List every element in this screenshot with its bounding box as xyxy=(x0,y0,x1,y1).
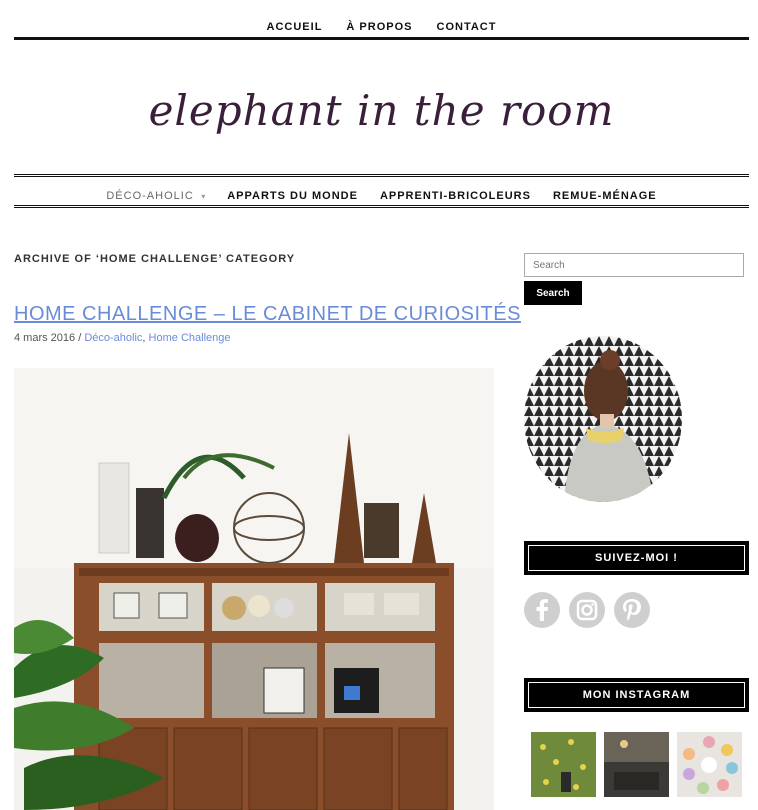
category-link-deco-aholic[interactable]: Déco-aholic xyxy=(84,332,142,344)
top-nav-a-propos[interactable]: À PROPOS xyxy=(346,21,412,33)
follow-widget-title: SUIVEZ-MOI ! xyxy=(524,541,749,575)
meta-separator: / xyxy=(75,332,85,344)
pinterest-glyph xyxy=(623,599,641,621)
instagram-thumb[interactable] xyxy=(677,732,742,797)
main-nav: DÉCO-AHOLIC ▾ APPARTS DU MONDE APPRENTI-… xyxy=(14,174,749,208)
main-nav-deco-aholic[interactable]: DÉCO-AHOLIC xyxy=(106,190,193,202)
category-link-home-challenge[interactable]: Home Challenge xyxy=(149,332,231,344)
top-nav: ACCUEIL À PROPOS CONTACT xyxy=(14,0,749,40)
post-date: 4 mars 2016 xyxy=(14,332,76,344)
post-title[interactable]: HOME CHALLENGE – LE CABINET DE CURIOSITÉ… xyxy=(14,303,521,326)
top-nav-contact[interactable]: CONTACT xyxy=(437,21,497,33)
social-links xyxy=(524,592,650,628)
main-nav-apparts-du-monde[interactable]: APPARTS DU MONDE xyxy=(227,190,358,202)
logo-text: elephant in the room xyxy=(148,86,615,135)
instagram-thumb[interactable] xyxy=(604,732,669,797)
main-nav-remue-menage[interactable]: REMUE-MÉNAGE xyxy=(553,190,657,202)
instagram-grid xyxy=(531,732,742,797)
post-featured-image[interactable] xyxy=(14,368,494,810)
profile-photo xyxy=(524,336,682,502)
instagram-title: MON INSTAGRAM xyxy=(582,689,691,701)
instagram-photo xyxy=(604,732,669,797)
post-meta: 4 mars 2016 / Déco-aholic, Home Challeng… xyxy=(14,332,231,344)
main-nav-apprenti-bricoleurs[interactable]: APPRENTI-BRICOLEURS xyxy=(380,190,531,202)
instagram-widget-title: MON INSTAGRAM xyxy=(524,678,749,712)
instagram-glyph xyxy=(576,599,598,621)
pinterest-icon[interactable] xyxy=(614,592,650,628)
facebook-icon[interactable] xyxy=(524,592,560,628)
search-input[interactable] xyxy=(524,253,744,277)
chevron-down-icon[interactable]: ▾ xyxy=(201,192,205,201)
top-nav-accueil[interactable]: ACCUEIL xyxy=(267,21,323,33)
search-button[interactable]: Search xyxy=(524,281,582,305)
follow-title: SUIVEZ-MOI ! xyxy=(595,552,678,564)
cabinet-photo xyxy=(14,368,494,810)
site-logo[interactable]: elephant in the room xyxy=(14,86,749,135)
instagram-photo xyxy=(531,732,596,797)
avatar xyxy=(524,336,682,502)
facebook-glyph xyxy=(536,599,548,621)
instagram-icon[interactable] xyxy=(569,592,605,628)
archive-heading: ARCHIVE OF ‘HOME CHALLENGE’ CATEGORY xyxy=(14,253,296,265)
instagram-thumb[interactable] xyxy=(531,732,596,797)
instagram-photo xyxy=(677,732,742,797)
